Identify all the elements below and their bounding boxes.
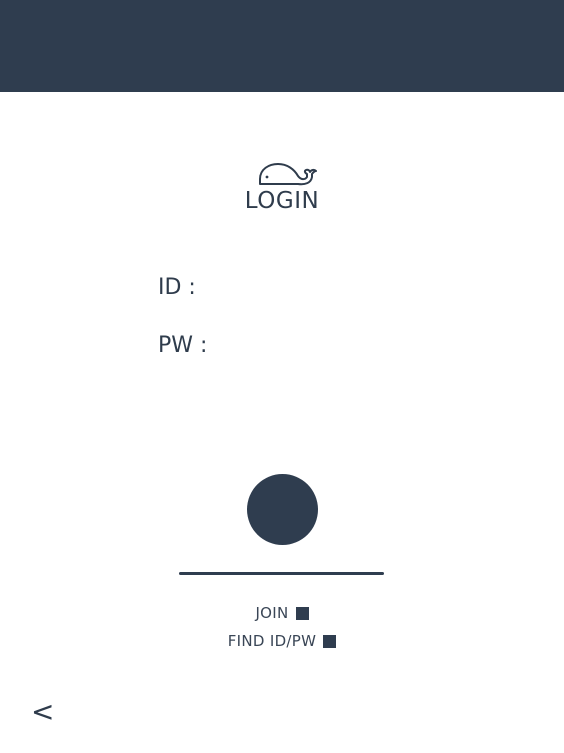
divider	[179, 572, 384, 575]
whale-icon	[258, 161, 318, 187]
top-bar	[0, 0, 564, 92]
pw-label: PW :	[158, 332, 208, 358]
pw-row: PW :	[158, 330, 416, 360]
join-square-icon	[295, 606, 309, 620]
id-input[interactable]	[199, 272, 404, 302]
page-title: LOGIN	[244, 188, 320, 214]
id-row: ID :	[158, 272, 404, 302]
find-square-icon	[323, 634, 337, 648]
pw-input[interactable]	[211, 330, 416, 360]
find-id-pw-label: FIND ID/PW	[227, 632, 317, 650]
id-label: ID :	[158, 274, 196, 300]
join-label: JOIN	[255, 604, 289, 622]
join-link[interactable]: JOIN	[0, 604, 564, 622]
find-id-pw-link[interactable]: FIND ID/PW	[0, 632, 564, 650]
login-button[interactable]	[247, 474, 318, 545]
back-button[interactable]: <	[31, 697, 54, 727]
